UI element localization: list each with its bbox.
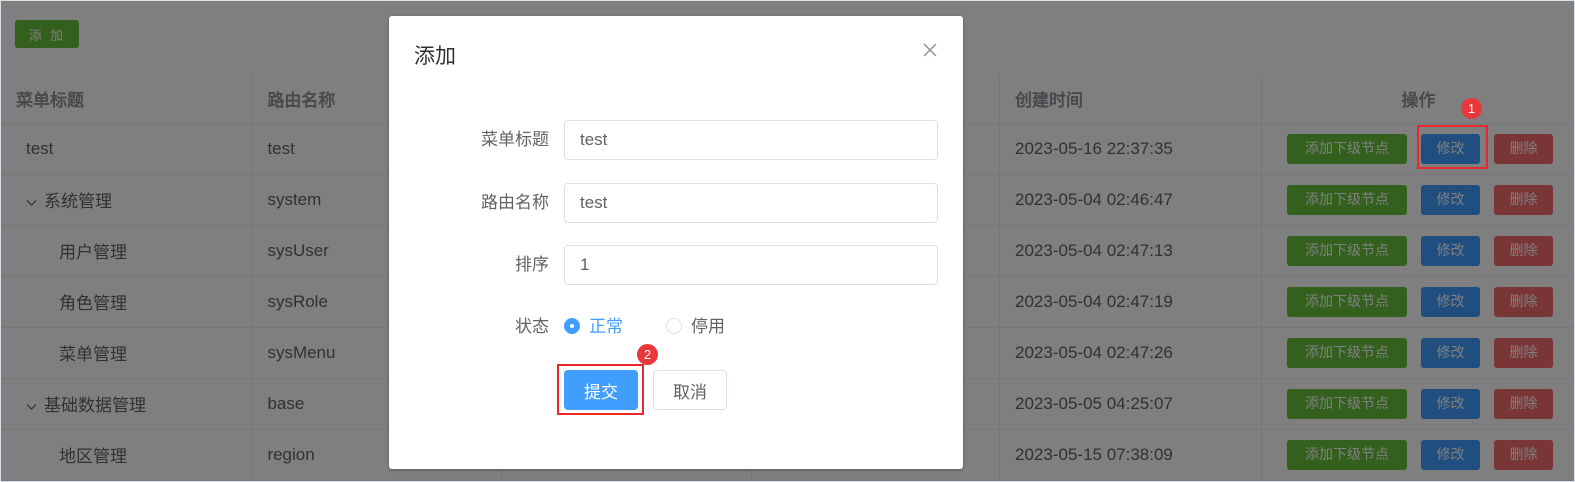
highlight-submit-button — [557, 364, 644, 415]
sort-label: 排序 — [515, 255, 549, 275]
radio-unchecked-icon — [666, 318, 682, 334]
sort-input[interactable] — [564, 245, 938, 285]
form-row-menu-title: 菜单标题 — [389, 120, 963, 160]
cancel-button[interactable]: 取消 — [653, 370, 727, 410]
status-option-normal: 正常 — [589, 317, 623, 337]
radio-checked-icon — [564, 318, 580, 334]
route-name-label: 路由名称 — [481, 193, 549, 213]
form-row-sort: 排序 — [389, 245, 963, 285]
page: 添 加 菜单标题 路由名称 创建时间 操作 testtest2023-05-16… — [0, 0, 1575, 482]
step-marker-2: 2 — [637, 344, 658, 365]
status-label: 状态 — [515, 317, 549, 337]
step-marker-1: 1 — [1461, 98, 1482, 119]
status-option-disabled: 停用 — [691, 317, 725, 337]
menu-title-input[interactable] — [564, 120, 938, 160]
form-row-route-name: 路由名称 — [389, 183, 963, 223]
menu-title-label: 菜单标题 — [481, 130, 549, 150]
highlight-edit-button — [1417, 125, 1488, 169]
status-radio-normal[interactable]: 正常 — [564, 307, 623, 347]
route-name-input[interactable] — [564, 183, 938, 223]
dialog-title: 添加 — [414, 44, 456, 68]
form-row-status: 状态 正常 停用 — [389, 307, 963, 347]
add-dialog: 添加 菜单标题 路由名称 排序 状态 正常 停用 提交 取消 — [389, 16, 963, 469]
status-radio-disabled[interactable]: 停用 — [666, 307, 725, 347]
close-icon[interactable] — [921, 42, 939, 60]
